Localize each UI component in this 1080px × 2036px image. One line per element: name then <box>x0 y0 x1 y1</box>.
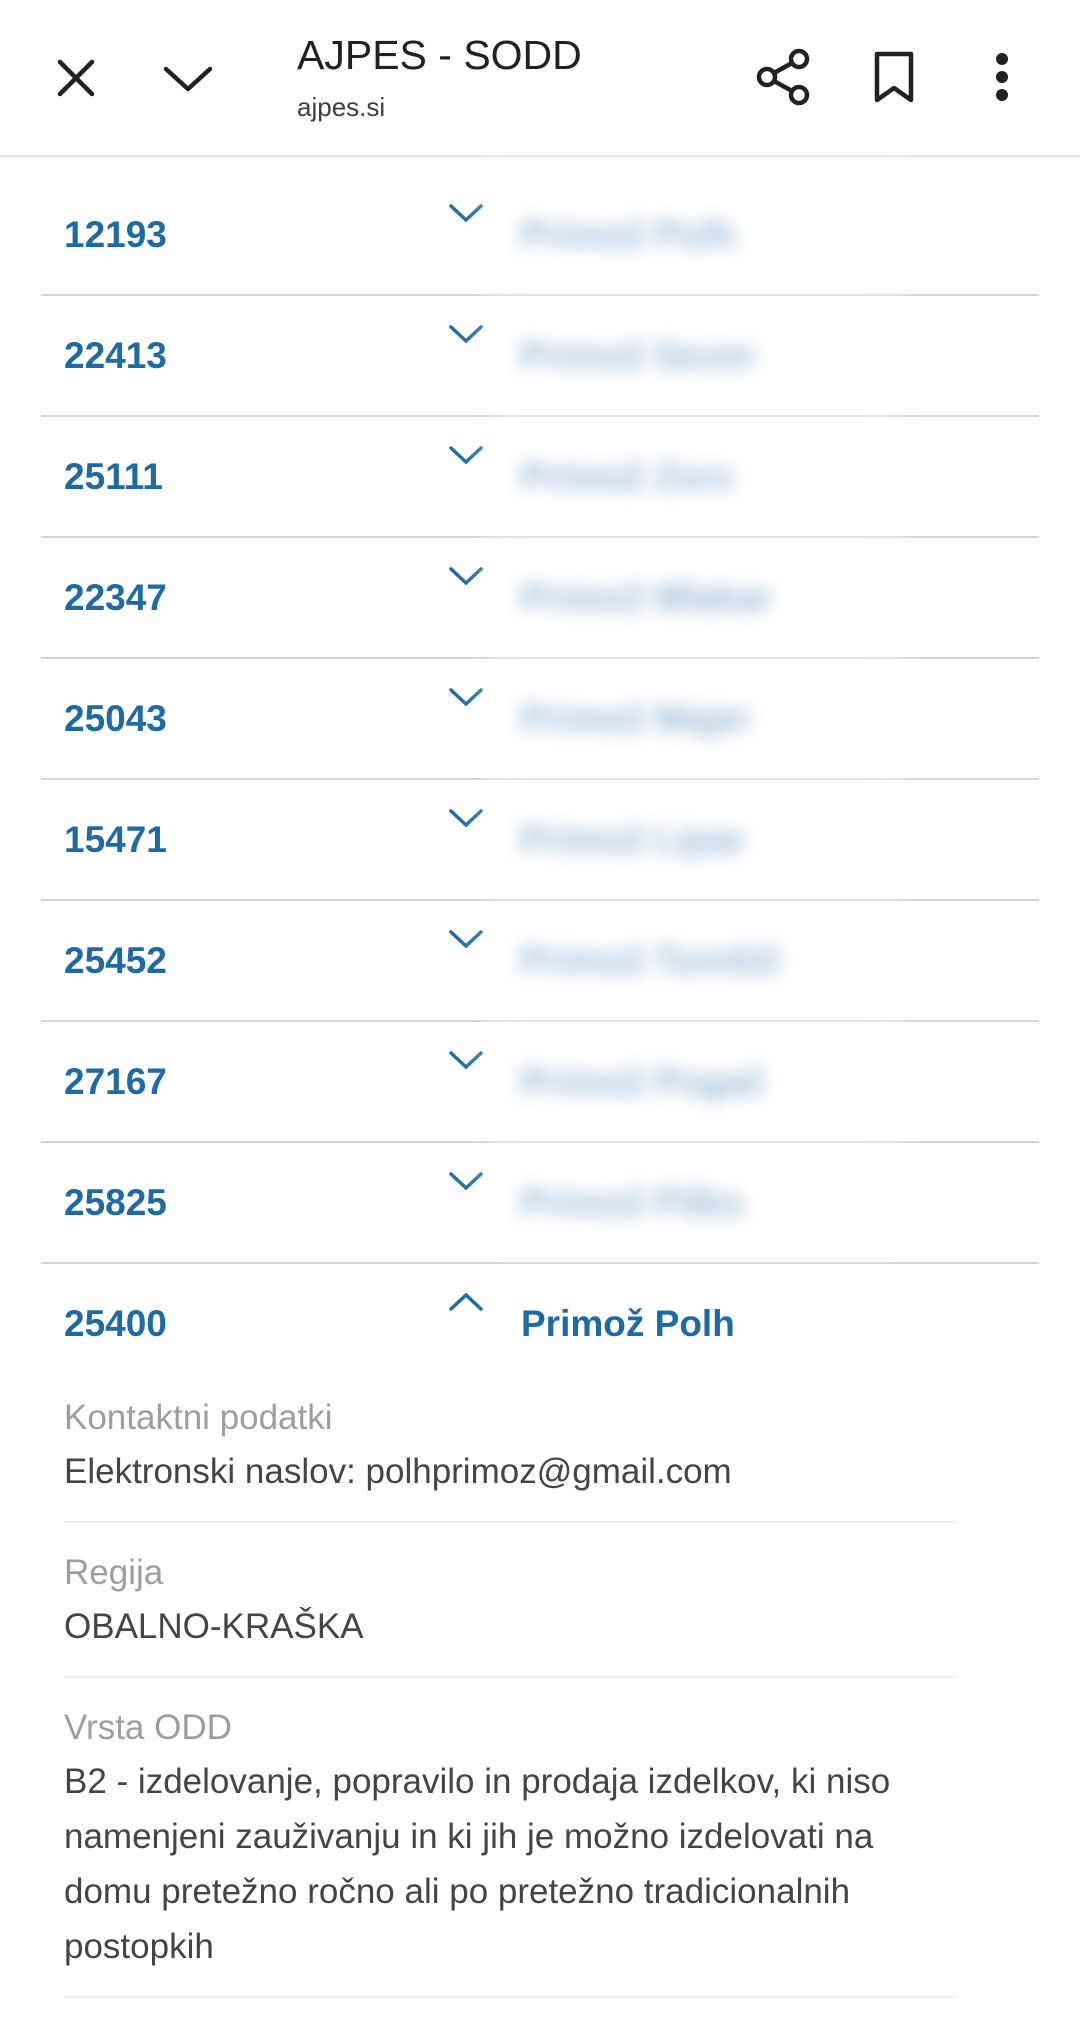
list-item[interactable]: 25452 Primož Tomšič <box>41 901 1039 1022</box>
list-item[interactable]: 25111 Primož Zorc <box>41 417 1039 538</box>
row-name: Primož Tomšič <box>521 939 782 981</box>
row-name: Primož Polh <box>521 1302 735 1344</box>
row-name: Primož Sever <box>521 334 756 376</box>
list-item[interactable]: 15471 Primož Lipar <box>41 780 1039 901</box>
list-item[interactable]: 22413 Primož Sever <box>41 296 1039 417</box>
app-bar: AJPES - SODD ajpes.si <box>0 0 1080 157</box>
bookmark-icon[interactable] <box>866 46 922 108</box>
detail-value: OBALNO-KRAŠKA <box>64 1607 364 1646</box>
chevron-down-icon[interactable] <box>448 685 484 709</box>
list-item[interactable]: 12193 Primož Polh <box>41 175 1039 296</box>
detail-label: Kontaktni podatki <box>64 1398 333 1437</box>
row-id: 22413 <box>64 334 167 376</box>
row-id: 27167 <box>64 1060 167 1102</box>
row-id: 25400 <box>64 1302 167 1344</box>
detail-label: Vrsta ODD <box>64 1708 232 1747</box>
chevron-down-icon[interactable] <box>448 1169 484 1193</box>
detail-activity-type: Vrsta ODD B2 - izdelovanje, popravilo in… <box>64 1702 956 1998</box>
row-name: Primož Pogač <box>521 1060 766 1102</box>
row-id: 12193 <box>64 213 167 255</box>
chevron-down-icon[interactable] <box>448 806 484 830</box>
list-item[interactable]: 25825 Primož Pilko <box>41 1143 1039 1264</box>
page-title: AJPES - SODD <box>297 32 582 78</box>
entry-details: Kontaktni podatki Elektronski naslov: po… <box>64 1392 956 2022</box>
row-name: Primož Polh <box>521 213 735 255</box>
row-name: Primož Lipar <box>521 818 746 860</box>
list-item[interactable]: 22347 Primož Mlakar <box>41 538 1039 659</box>
list-item[interactable]: 27167 Primož Pogač <box>41 1022 1039 1143</box>
row-id: 15471 <box>64 818 167 860</box>
row-name: Primož Pilko <box>521 1181 744 1223</box>
close-icon[interactable] <box>48 50 104 106</box>
chevron-up-icon[interactable] <box>448 1290 484 1314</box>
row-name: Primož Majer <box>521 697 752 739</box>
more-vert-icon[interactable] <box>980 46 1024 108</box>
row-name: Primož Zorc <box>521 455 735 497</box>
results-list: 12193 Primož Polh 22413 Primož Sever 251… <box>41 175 1039 1383</box>
row-name: Primož Mlakar <box>521 576 772 618</box>
detail-value: B2 - izdelovanje, popravilo in prodaja i… <box>64 1762 891 1966</box>
list-item-expanded[interactable]: 25400 Primož Polh <box>41 1264 1039 1383</box>
detail-contact: Kontaktni podatki Elektronski naslov: po… <box>64 1392 956 1523</box>
row-id: 25043 <box>64 697 167 739</box>
list-item[interactable]: 25043 Primož Majer <box>41 659 1039 780</box>
chevron-down-icon[interactable] <box>448 201 484 225</box>
detail-value: Elektronski naslov: polhprimoz@gmail.com <box>64 1452 732 1491</box>
row-id: 25825 <box>64 1181 167 1223</box>
chevron-down-icon[interactable] <box>448 443 484 467</box>
chevron-down-icon[interactable] <box>448 1048 484 1072</box>
chevron-down-icon[interactable] <box>158 50 218 106</box>
chevron-down-icon[interactable] <box>448 927 484 951</box>
chevron-down-icon[interactable] <box>448 322 484 346</box>
share-icon[interactable] <box>752 46 814 108</box>
chevron-down-icon[interactable] <box>448 564 484 588</box>
row-id: 25111 <box>64 455 163 497</box>
row-id: 22347 <box>64 576 167 618</box>
detail-region: Regija OBALNO-KRAŠKA <box>64 1547 956 1678</box>
page-domain: ajpes.si <box>297 92 386 122</box>
row-id: 25452 <box>64 939 167 981</box>
detail-label: Regija <box>64 1553 164 1592</box>
